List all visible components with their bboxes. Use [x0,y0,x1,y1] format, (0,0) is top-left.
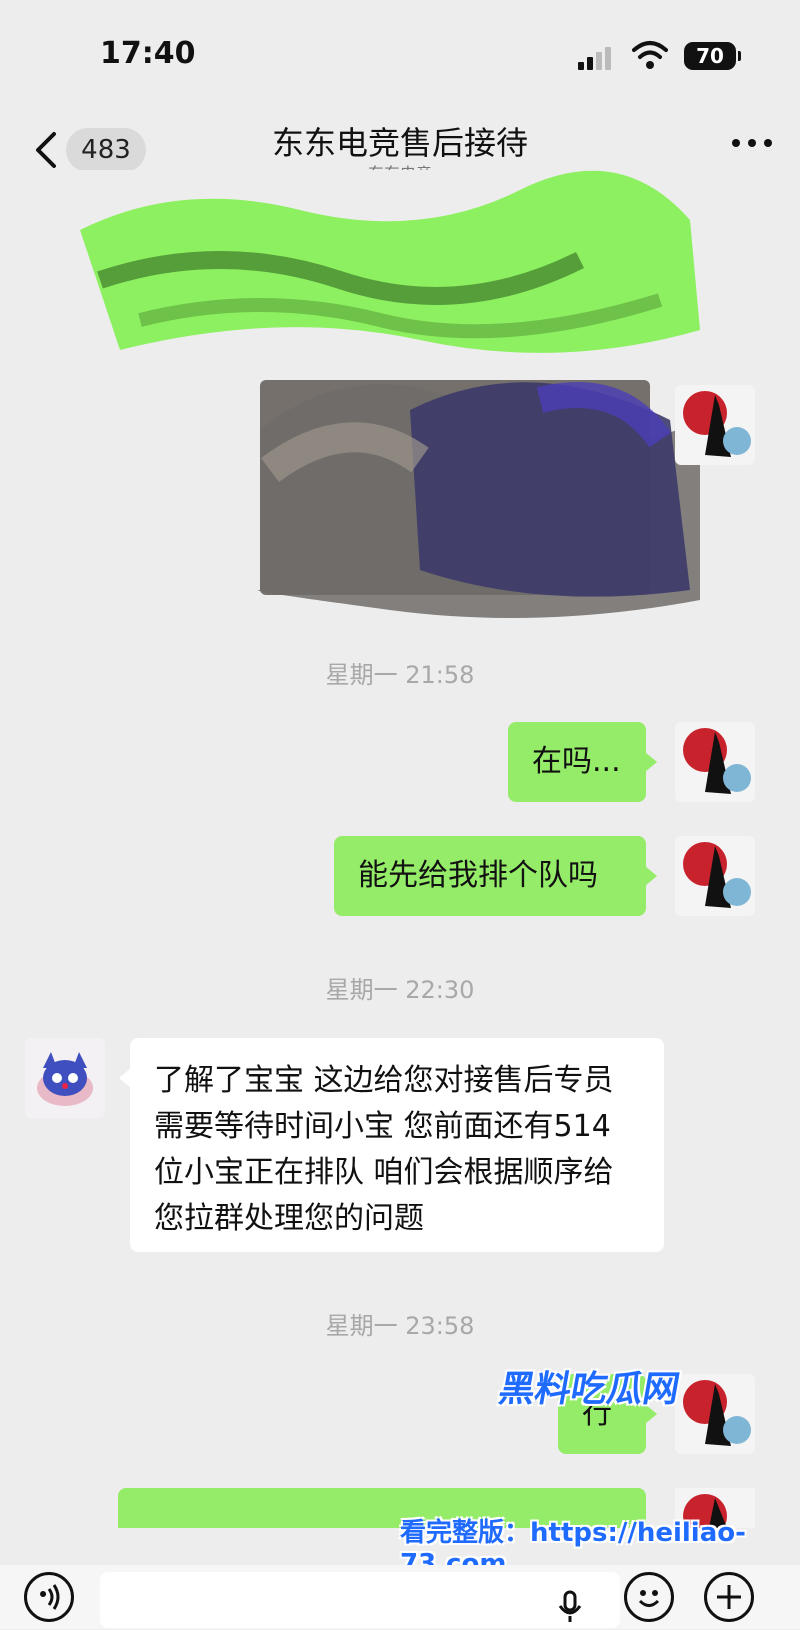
message-text: 了解了宝宝 这边给您对接售后专员 需要等待时间小宝 您前面还有514位小宝正在排… [154,1063,614,1236]
more-dots-icon[interactable] [724,128,780,158]
message-text: 能先给我排个队吗 [358,858,598,893]
message-input[interactable] [100,1572,620,1628]
unread-count-badge[interactable]: 483 [66,128,146,172]
wifi-icon [632,41,668,69]
plus-icon[interactable] [704,1572,754,1622]
chevron-left-icon[interactable] [30,128,62,172]
my-avatar[interactable] [675,722,755,802]
my-avatar[interactable] [675,836,755,916]
voice-icon[interactable] [24,1572,74,1622]
redacted-scribble [60,170,720,640]
timestamp: 星期一 22:30 [325,976,475,1004]
battery-indicator: 70 [684,42,741,70]
timestamp: 星期一 23:58 [325,1312,475,1340]
contact-avatar[interactable] [25,1038,105,1118]
my-avatar[interactable] [675,385,755,465]
message-text: 在吗... [532,744,621,779]
chat-title: 东东电竞售后接待 [271,124,528,162]
mic-icon[interactable] [555,1590,585,1624]
signal-icon [578,46,618,70]
timestamp: 星期一 21:58 [325,661,475,689]
message-bubble-sent[interactable]: 在吗... [508,722,657,802]
status-time: 17:40 [100,36,196,71]
emoji-icon[interactable] [624,1572,674,1622]
watermark-logo: 黑料吃瓜网 [495,1369,683,1410]
message-bubble-sent[interactable]: 能先给我排个队吗 [334,836,657,916]
message-bubble-received[interactable]: 了解了宝宝 这边给您对接售后专员 需要等待时间小宝 您前面还有514位小宝正在排… [119,1038,664,1252]
